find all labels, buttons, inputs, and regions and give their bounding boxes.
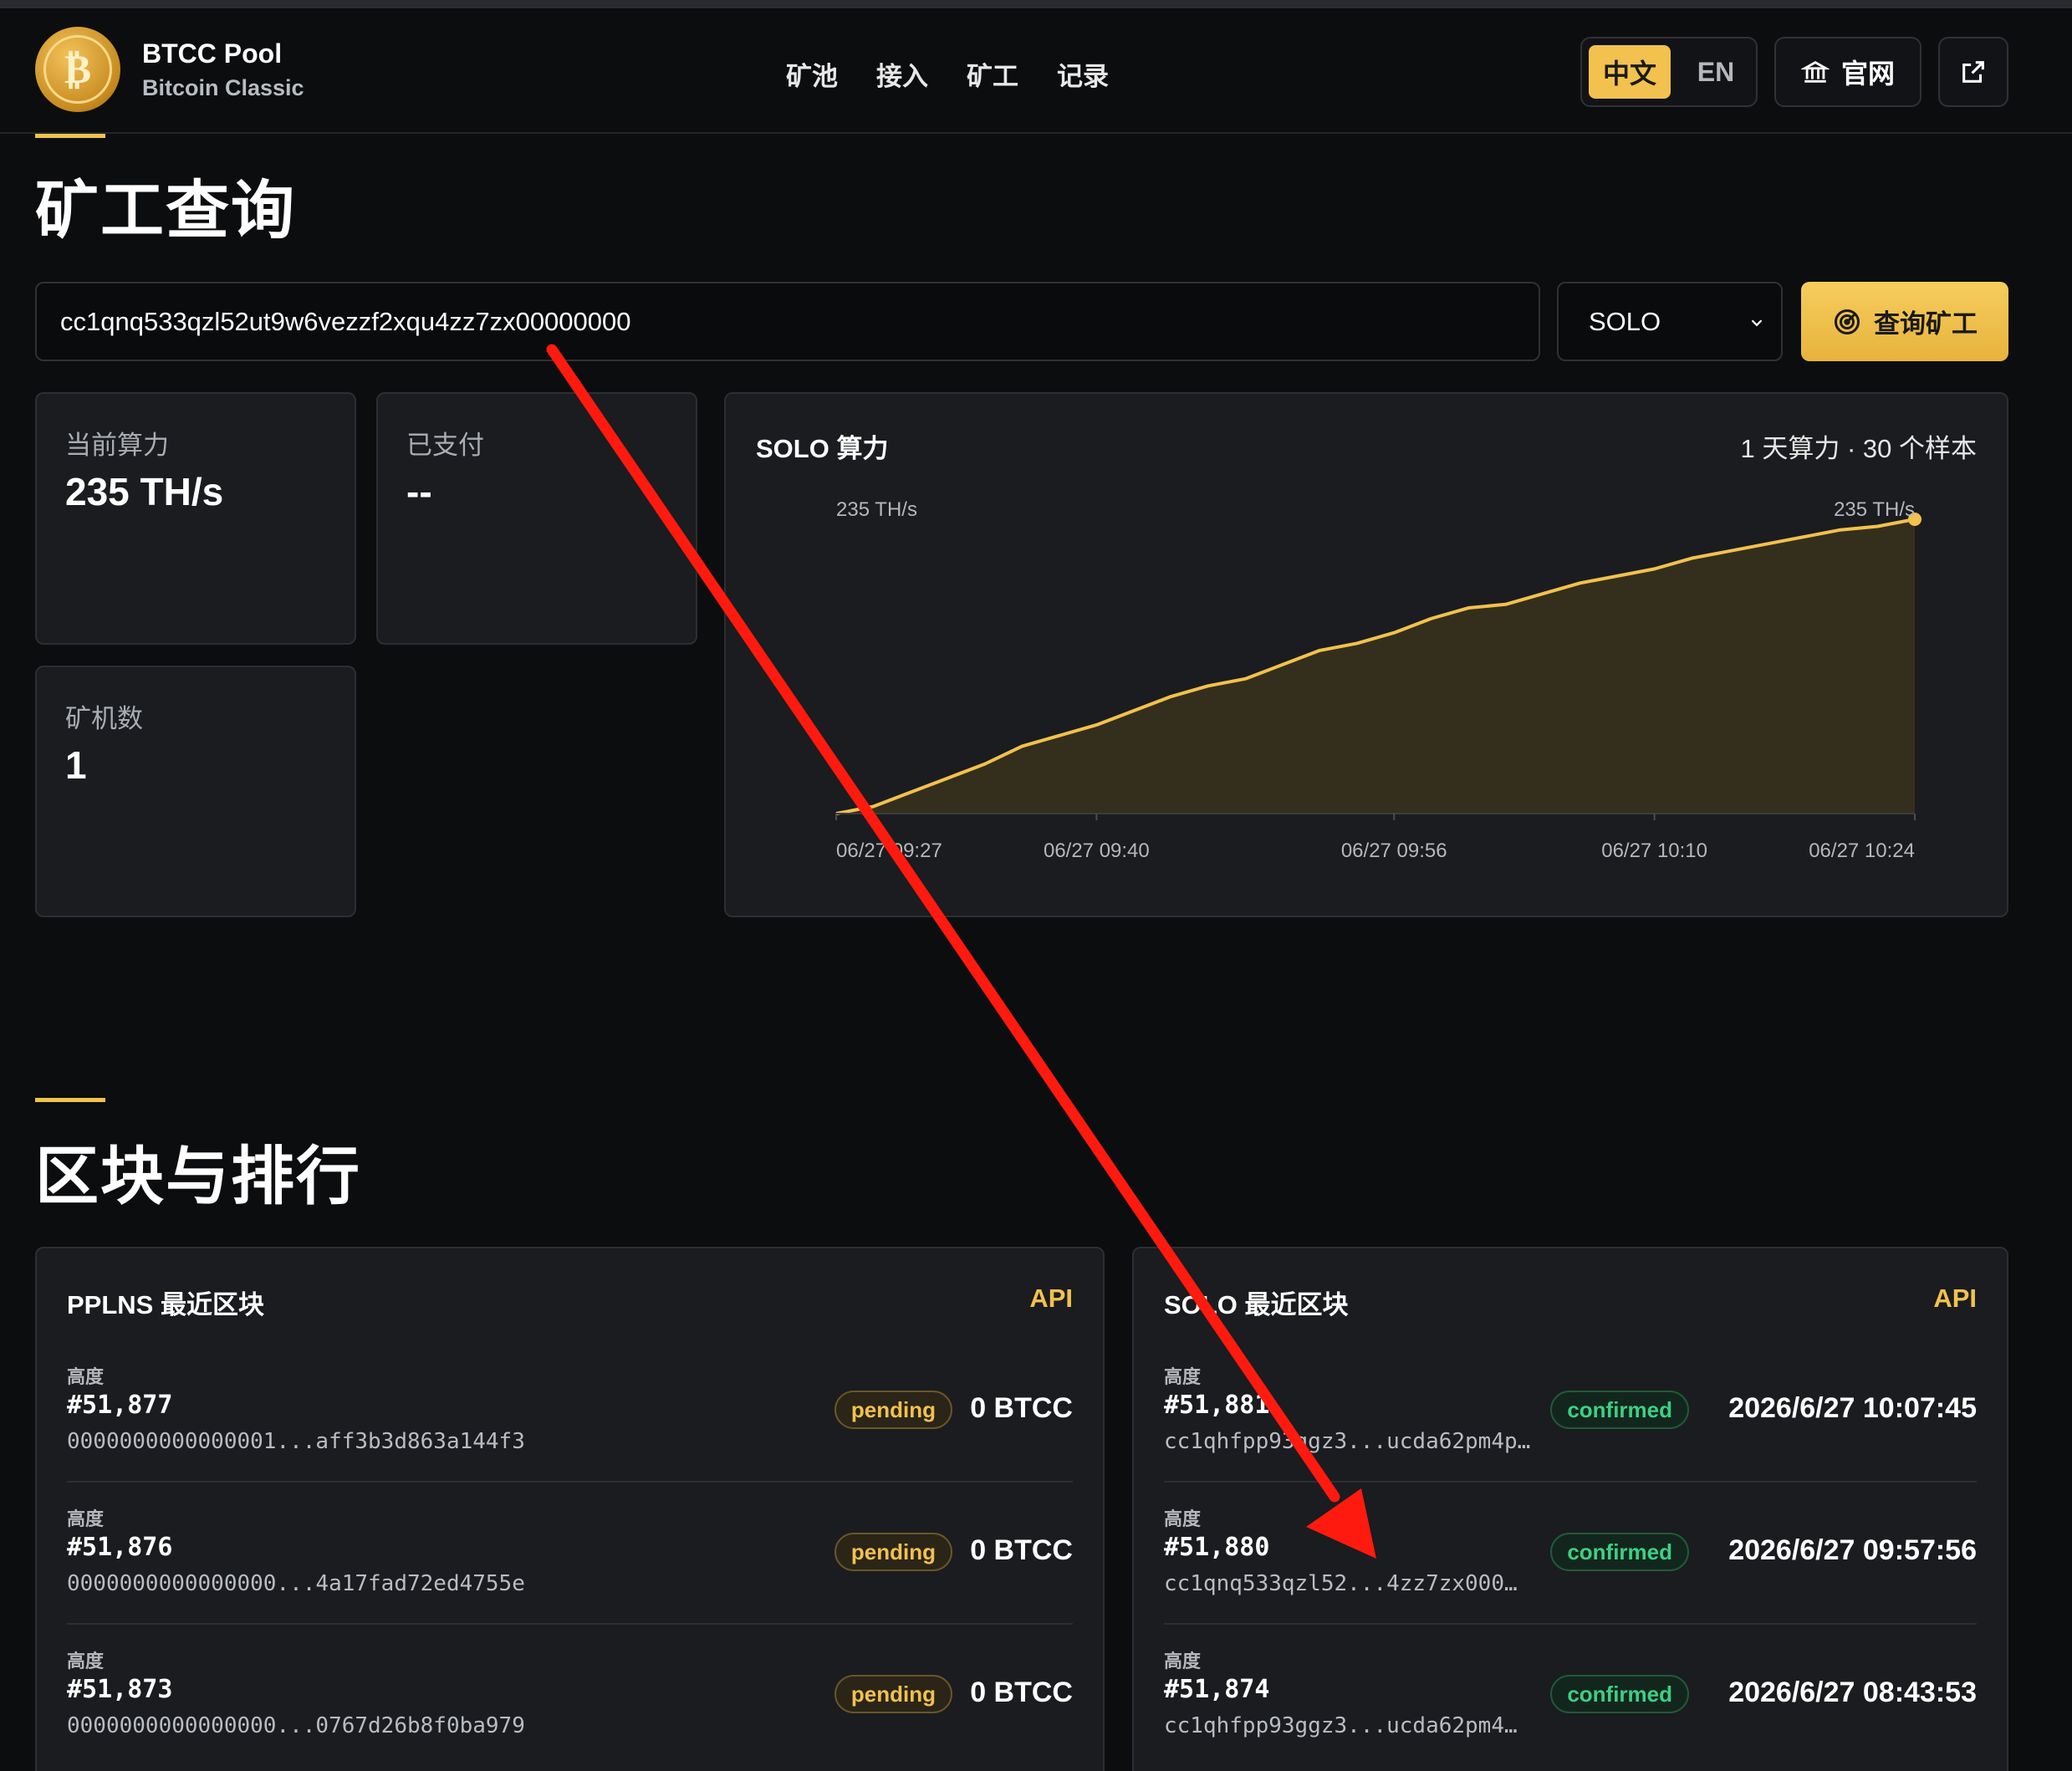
block-height: #51,876 — [67, 1533, 173, 1562]
section-accent-bar — [35, 1098, 105, 1102]
query-miner-button[interactable]: 查询矿工 — [1801, 282, 2008, 361]
block-hash: 0000000000000001...aff3b3d863a144f3 — [67, 1429, 525, 1454]
block-height-label: 高度 — [1164, 1366, 1202, 1387]
chevron-down-icon — [1751, 319, 1763, 327]
block-row[interactable]: 高度 #51,877 0000000000000001...aff3b3d863a1… — [67, 1340, 1073, 1483]
status-badge: confirmed — [1550, 1675, 1689, 1713]
block-hash: 0000000000000000...0767d26b8f0ba979 — [67, 1713, 525, 1738]
miner-address-input[interactable] — [35, 282, 1540, 361]
hashrate-chart-card: SOLO 算力 1 天算力 · 30 个样本 235 TH/s 235 TH/s 0… — [724, 392, 2008, 917]
hashrate-value: 235 TH/s — [65, 470, 224, 513]
block-height-label: 高度 — [67, 1508, 105, 1529]
bank-icon — [1800, 61, 1830, 83]
status-badge: pending — [834, 1533, 952, 1571]
title-accent-bar — [35, 134, 105, 138]
block-height-label: 高度 — [1164, 1651, 1202, 1671]
paid-label: 已支付 — [406, 431, 484, 460]
workers-card: 矿机数 1 — [35, 666, 356, 917]
hashrate-card: 当前算力 235 TH/s — [35, 392, 356, 645]
block-height: #51,873 — [67, 1675, 173, 1704]
workers-value: 1 — [65, 743, 87, 787]
nav-item-miner[interactable]: 矿工 — [967, 55, 1018, 93]
btcc-logo-icon[interactable]: ₿ — [35, 27, 120, 112]
block-hash: cc1qhfpp93ggz3...ucda62pm4… — [1164, 1713, 1518, 1738]
window-top-strip — [0, 0, 2072, 8]
lang-zh-button[interactable]: 中文 — [1589, 45, 1671, 99]
solo-blocks-card: SOLO 最近区块 API 高度 #51,881 cc1qhfpp93ggz3...… — [1132, 1247, 2008, 1771]
block-value: 2026/6/27 08:43:53 — [1728, 1677, 1977, 1708]
top-navbar: ₿ BTCC Pool Bitcoin Classic 矿池 接入 矿工 记录 … — [0, 8, 2072, 134]
solo-api-link[interactable]: API — [1933, 1284, 1977, 1314]
external-link-icon — [1962, 61, 1984, 83]
block-height: #51,874 — [1164, 1675, 1270, 1704]
chart-x-tick-label: 06/27 09:56 — [1341, 840, 1447, 862]
chart-area-fill — [836, 519, 1915, 814]
solo-blocks-title: SOLO 最近区块 — [1164, 1290, 1349, 1319]
chart-x-tick-label: 06/27 10:24 — [1809, 840, 1915, 862]
block-hash: cc1qnq533qzl52...4zz7zx000… — [1164, 1571, 1518, 1596]
hashrate-chart: 235 TH/s 235 TH/s 06/27 09:27 06/27 09:40 06… — [835, 498, 1921, 862]
page-title: 矿工查询 — [35, 176, 296, 247]
chart-y-start-label: 235 TH/s — [836, 498, 917, 521]
official-site-button[interactable]: 官网 — [1774, 37, 1921, 107]
block-height-label: 高度 — [67, 1366, 105, 1387]
status-badge: pending — [834, 1675, 952, 1713]
workers-label: 矿机数 — [65, 704, 143, 733]
block-value: 2026/6/27 10:07:45 — [1728, 1392, 1977, 1424]
section-title: 区块与排行 — [35, 1141, 361, 1212]
block-height: #51,881 — [1164, 1391, 1270, 1420]
chart-x-tick-label: 06/27 09:40 — [1044, 840, 1150, 862]
mode-select[interactable]: SOLO — [1557, 282, 1783, 361]
block-height: #51,877 — [67, 1391, 173, 1420]
nav-item-records[interactable]: 记录 — [1057, 55, 1109, 93]
nav-item-connect[interactable]: 接入 — [876, 55, 928, 93]
block-row[interactable]: 高度 #51,874 cc1qhfpp93ggz3...ucda62pm4… conf… — [1164, 1625, 1977, 1767]
nav-item-pool[interactable]: 矿池 — [786, 55, 838, 93]
pplns-blocks-card: PPLNS 最近区块 API 高度 #51,877 0000000000000001… — [35, 1247, 1105, 1771]
pplns-api-link[interactable]: API — [1029, 1284, 1073, 1314]
block-row[interactable]: 高度 #51,880 cc1qnq533qzl52...4zz7zx000… conf… — [1164, 1483, 1977, 1625]
block-hash: cc1qhfpp93ggz3...ucda62pm4p… — [1164, 1429, 1531, 1454]
block-row[interactable]: 高度 #51,876 0000000000000000...4a17fad72ed4… — [67, 1483, 1073, 1625]
status-badge: confirmed — [1550, 1391, 1689, 1429]
hashrate-label: 当前算力 — [65, 431, 169, 460]
main-nav: 矿池 接入 矿工 记录 — [786, 55, 1109, 93]
mode-select-value: SOLO — [1589, 306, 1661, 336]
radar-icon — [1835, 309, 1860, 334]
brand-name: BTCC Pool — [142, 38, 283, 69]
block-row[interactable]: 高度 #51,881 cc1qhfpp93ggz3...ucda62pm4p… con… — [1164, 1340, 1977, 1483]
block-height-label: 高度 — [1164, 1508, 1202, 1529]
block-row[interactable]: 高度 #51,873 0000000000000000...0767d26b8f0b… — [67, 1625, 1073, 1767]
block-value: 0 BTCC — [970, 1392, 1073, 1424]
block-height-label: 高度 — [67, 1651, 105, 1671]
chart-y-end-label: 235 TH/s — [1834, 498, 1915, 521]
query-miner-label: 查询矿工 — [1874, 309, 1978, 339]
block-value: 0 BTCC — [970, 1677, 1073, 1708]
block-hash: 0000000000000000...4a17fad72ed4755e — [67, 1571, 525, 1596]
language-switch: 中文 EN — [1580, 37, 1758, 107]
chart-x-tick-label: 06/27 09:27 — [836, 840, 942, 862]
brand-subtitle: Bitcoin Classic — [142, 75, 304, 100]
external-link-button[interactable] — [1938, 37, 2008, 107]
block-height: #51,880 — [1164, 1533, 1270, 1562]
block-value: 0 BTCC — [970, 1534, 1073, 1566]
status-badge: confirmed — [1550, 1533, 1689, 1571]
block-value: 2026/6/27 09:57:56 — [1728, 1534, 1977, 1566]
pplns-blocks-title: PPLNS 最近区块 — [67, 1290, 264, 1319]
paid-value: -- — [406, 470, 432, 513]
paid-card: 已支付 -- — [376, 392, 697, 645]
status-badge: pending — [834, 1391, 952, 1429]
chart-x-tick-label: 06/27 10:10 — [1601, 840, 1707, 862]
lang-en-button[interactable]: EN — [1681, 45, 1751, 99]
official-site-label: 官网 — [1840, 59, 1895, 89]
